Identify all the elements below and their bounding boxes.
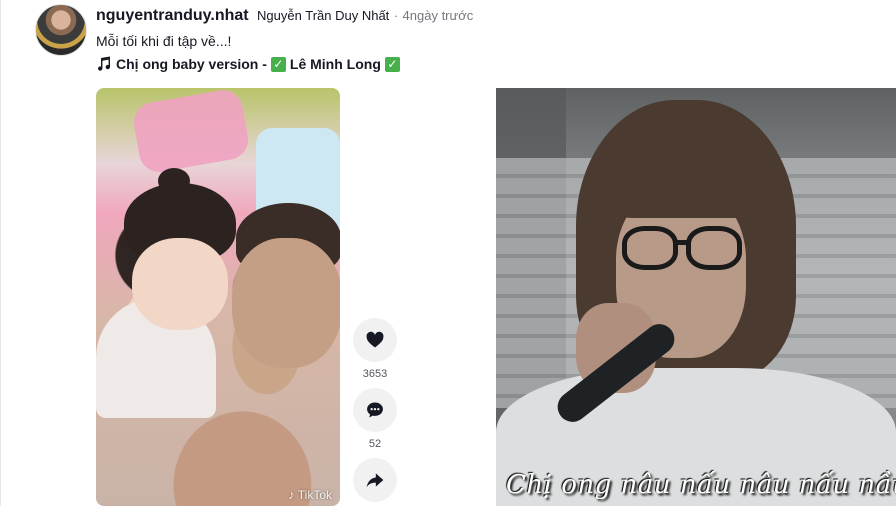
heart-icon: [366, 331, 384, 348]
author-username[interactable]: nguyentranduy.nhat: [96, 7, 249, 24]
comment-icon: [367, 402, 383, 418]
tiktok-logo-icon: ♪: [288, 487, 295, 502]
left-divider: [0, 0, 1, 506]
check-mark-icon: ✓: [384, 56, 400, 72]
image-subtitle: Chị ong nâu nấu nâu nấu nầu nâu..: [506, 470, 896, 500]
glasses-bridge: [674, 240, 690, 245]
video-scene-face: [132, 238, 228, 330]
glasses-lens: [686, 226, 742, 270]
glasses-lens: [622, 226, 678, 270]
video-scene-face: [232, 238, 340, 368]
post-caption: Mỗi tối khi đi tập về...!: [96, 33, 232, 49]
like-action: 3653: [353, 318, 397, 382]
comment-count: 52: [368, 438, 382, 450]
share-icon: [366, 473, 384, 488]
video-scene-hair-bun: [158, 168, 190, 194]
tiktok-watermark: ♪ TikTok: [288, 487, 332, 502]
comment-action: 52: [353, 388, 397, 452]
author-separator: ·: [393, 8, 399, 23]
music-note-icon: [98, 56, 111, 71]
author-nickname[interactable]: Nguyễn Trần Duy Nhất: [257, 8, 389, 23]
image-scene-bangs: [596, 128, 776, 218]
watermark-text: TikTok: [297, 487, 332, 502]
music-link[interactable]: Chị ong baby version - ✓ Lê Minh Long ✓: [96, 56, 400, 72]
music-artist: Lê Minh Long: [289, 56, 381, 72]
author-line: nguyentranduy.nhat Nguyễn Trần Duy Nhất …: [96, 7, 473, 25]
singer-image: Chị ong nâu nấu nâu nấu nầu nâu..: [496, 88, 896, 506]
comment-button[interactable]: [353, 388, 397, 432]
video-player[interactable]: ♪ TikTok: [96, 88, 340, 506]
author-avatar[interactable]: [35, 4, 87, 56]
share-button[interactable]: [353, 458, 397, 502]
music-title: Chị ong baby version -: [116, 56, 267, 72]
video-scene-pillow: [130, 88, 252, 176]
like-button[interactable]: [353, 318, 397, 362]
post-time: 4ngày trước: [402, 8, 474, 23]
like-count: 3653: [362, 368, 388, 380]
share-action: [353, 458, 397, 502]
check-mark-icon: ✓: [270, 56, 286, 72]
